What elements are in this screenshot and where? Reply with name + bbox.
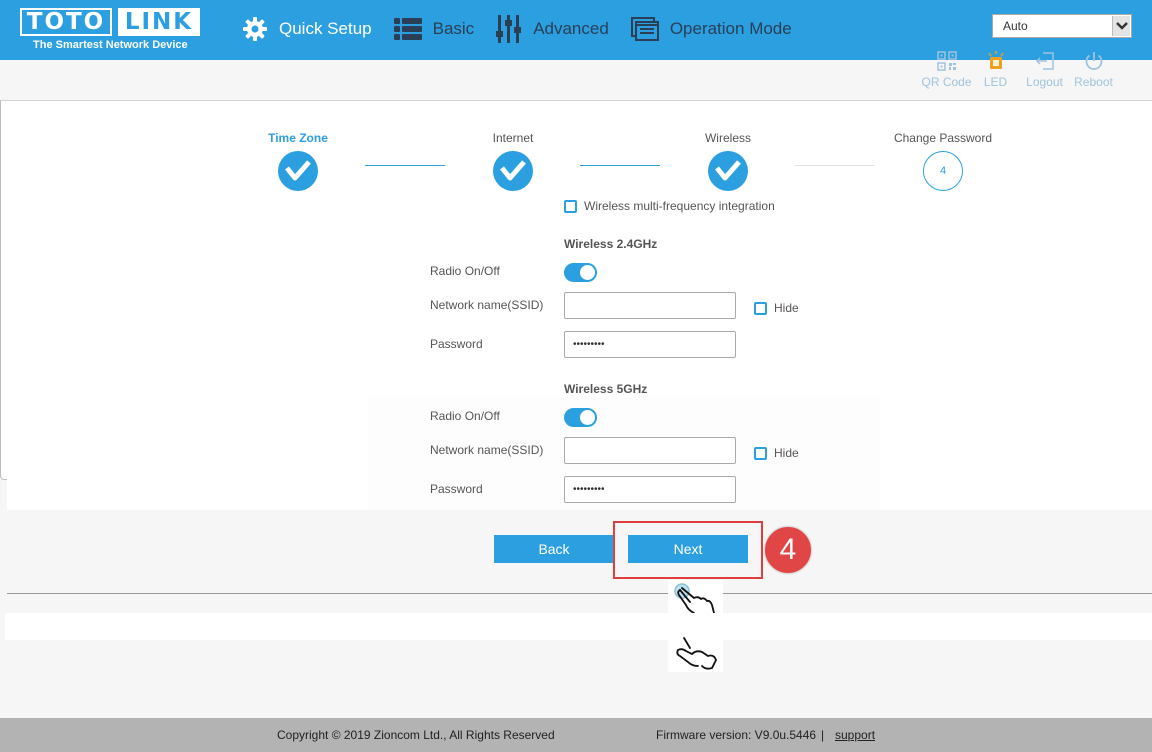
- power-icon: [1085, 52, 1102, 70]
- sliders-icon: [496, 15, 522, 43]
- band24-radio-toggle[interactable]: [564, 263, 597, 282]
- tool-led-label: LED: [983, 75, 1008, 89]
- nav-advanced-label: Advanced: [533, 19, 609, 38]
- content-divider: [7, 593, 1152, 594]
- band24-radio-label: Radio On/Off: [430, 264, 500, 278]
- step-wireless: Wireless: [688, 131, 768, 191]
- tool-qr-code-label: QR Code: [921, 75, 972, 89]
- band5-radio-toggle[interactable]: [564, 408, 597, 427]
- logo-toto-text: TOTO: [20, 8, 112, 36]
- band5-password-input[interactable]: [564, 476, 736, 503]
- language-select[interactable]: Auto: [992, 14, 1132, 38]
- next-button-highlight: [613, 521, 763, 579]
- step-internet-label: Internet: [492, 131, 534, 145]
- band5-hide-checkbox[interactable]: [754, 447, 767, 460]
- step-connector-2: [580, 165, 660, 166]
- white-band: [5, 613, 1152, 640]
- totolink-logo[interactable]: TOTO LINK The Smartest Network Device: [20, 8, 200, 54]
- step-internet: Internet: [473, 131, 553, 191]
- band24-password-label: Password: [430, 337, 483, 351]
- step-change-password-circle: 4: [923, 151, 963, 191]
- language-select-value: Auto: [1003, 19, 1028, 33]
- band24-hide-label: Hide: [774, 301, 799, 315]
- step-connector-1: [365, 165, 445, 166]
- check-icon: [715, 160, 741, 181]
- tool-reboot[interactable]: Reboot: [1069, 50, 1118, 92]
- step-wireless-circle: [708, 151, 748, 191]
- multi-frequency-label: Wireless multi-frequency integration: [584, 199, 775, 213]
- nav-basic-label: Basic: [432, 19, 475, 38]
- tool-reboot-label: Reboot: [1074, 75, 1113, 89]
- nav-operation-mode[interactable]: Operation Mode: [630, 17, 792, 41]
- step-change-password-label: Change Password: [893, 131, 993, 145]
- band5-ssid-label: Network name(SSID): [430, 443, 544, 457]
- band24-hide-checkbox[interactable]: [754, 302, 767, 315]
- band5-password-label: Password: [430, 482, 483, 496]
- footer-firmware: Firmware version: V9.0u.5446: [656, 728, 817, 742]
- logout-icon: [1035, 52, 1054, 70]
- hand-cursor-icon: [676, 637, 717, 670]
- pointer-hand-icon: [674, 583, 715, 614]
- nav-basic[interactable]: Basic: [393, 17, 475, 41]
- tool-led[interactable]: LED: [971, 50, 1020, 92]
- pointer-cursor-box: [668, 580, 723, 614]
- main-nav: Quick Setup Basic Advanced Operation Mod…: [242, 14, 814, 44]
- tool-logout-label: Logout: [1026, 75, 1063, 89]
- multi-frequency-checkbox[interactable]: [564, 200, 577, 213]
- band5-title: Wireless 5GHz: [564, 382, 648, 396]
- step-time-zone: Time Zone: [258, 131, 338, 191]
- window-icon: [630, 17, 659, 41]
- nav-operation-mode-label: Operation Mode: [669, 19, 792, 38]
- logo-tagline: The Smartest Network Device: [33, 39, 188, 51]
- band5-ssid-input[interactable]: [564, 437, 736, 464]
- step-internet-circle: [493, 151, 533, 191]
- logo-link-text: LINK: [118, 8, 200, 36]
- annotation-step-badge: 4: [764, 526, 812, 574]
- list-icon: [393, 18, 422, 40]
- footer-copyright: Copyright © 2019 Zioncom Ltd., All Right…: [277, 728, 555, 742]
- step-wireless-label: Wireless: [704, 131, 751, 145]
- led-icon: [987, 51, 1004, 69]
- step-time-zone-circle: [278, 151, 318, 191]
- check-icon: [500, 160, 526, 181]
- chevron-down-icon: [1112, 16, 1130, 36]
- page-footer: Copyright © 2019 Zioncom Ltd., All Right…: [0, 718, 1152, 752]
- step-change-password: Change Password 4: [888, 131, 998, 191]
- hand-cursor-box: [668, 636, 723, 672]
- band24-ssid-label: Network name(SSID): [430, 298, 544, 312]
- back-button[interactable]: Back: [494, 535, 614, 563]
- band24-title: Wireless 2.4GHz: [564, 237, 658, 251]
- gear-icon: [243, 17, 267, 41]
- check-icon: [285, 160, 311, 181]
- step-time-zone-label: Time Zone: [268, 131, 328, 145]
- step-connector-3: [795, 165, 875, 166]
- tool-qr-code[interactable]: QR Code: [921, 50, 972, 92]
- nav-quick-setup-label: Quick Setup: [279, 19, 372, 38]
- tool-logout[interactable]: Logout: [1020, 50, 1069, 92]
- band24-password-input[interactable]: [564, 331, 736, 358]
- panel-bg-left: [7, 397, 368, 510]
- footer-separator: |: [821, 728, 825, 742]
- band5-hide-label: Hide: [774, 446, 799, 460]
- nav-advanced[interactable]: Advanced: [496, 15, 609, 43]
- band5-radio-label: Radio On/Off: [430, 409, 500, 423]
- band24-ssid-input[interactable]: [564, 292, 736, 319]
- nav-quick-setup[interactable]: Quick Setup: [242, 16, 372, 42]
- qr-code-icon: [936, 51, 957, 71]
- support-link[interactable]: support: [835, 728, 875, 742]
- header-tools: QR Code LED Logout Reboot: [921, 50, 1122, 92]
- panel-bg-right: [880, 397, 1152, 510]
